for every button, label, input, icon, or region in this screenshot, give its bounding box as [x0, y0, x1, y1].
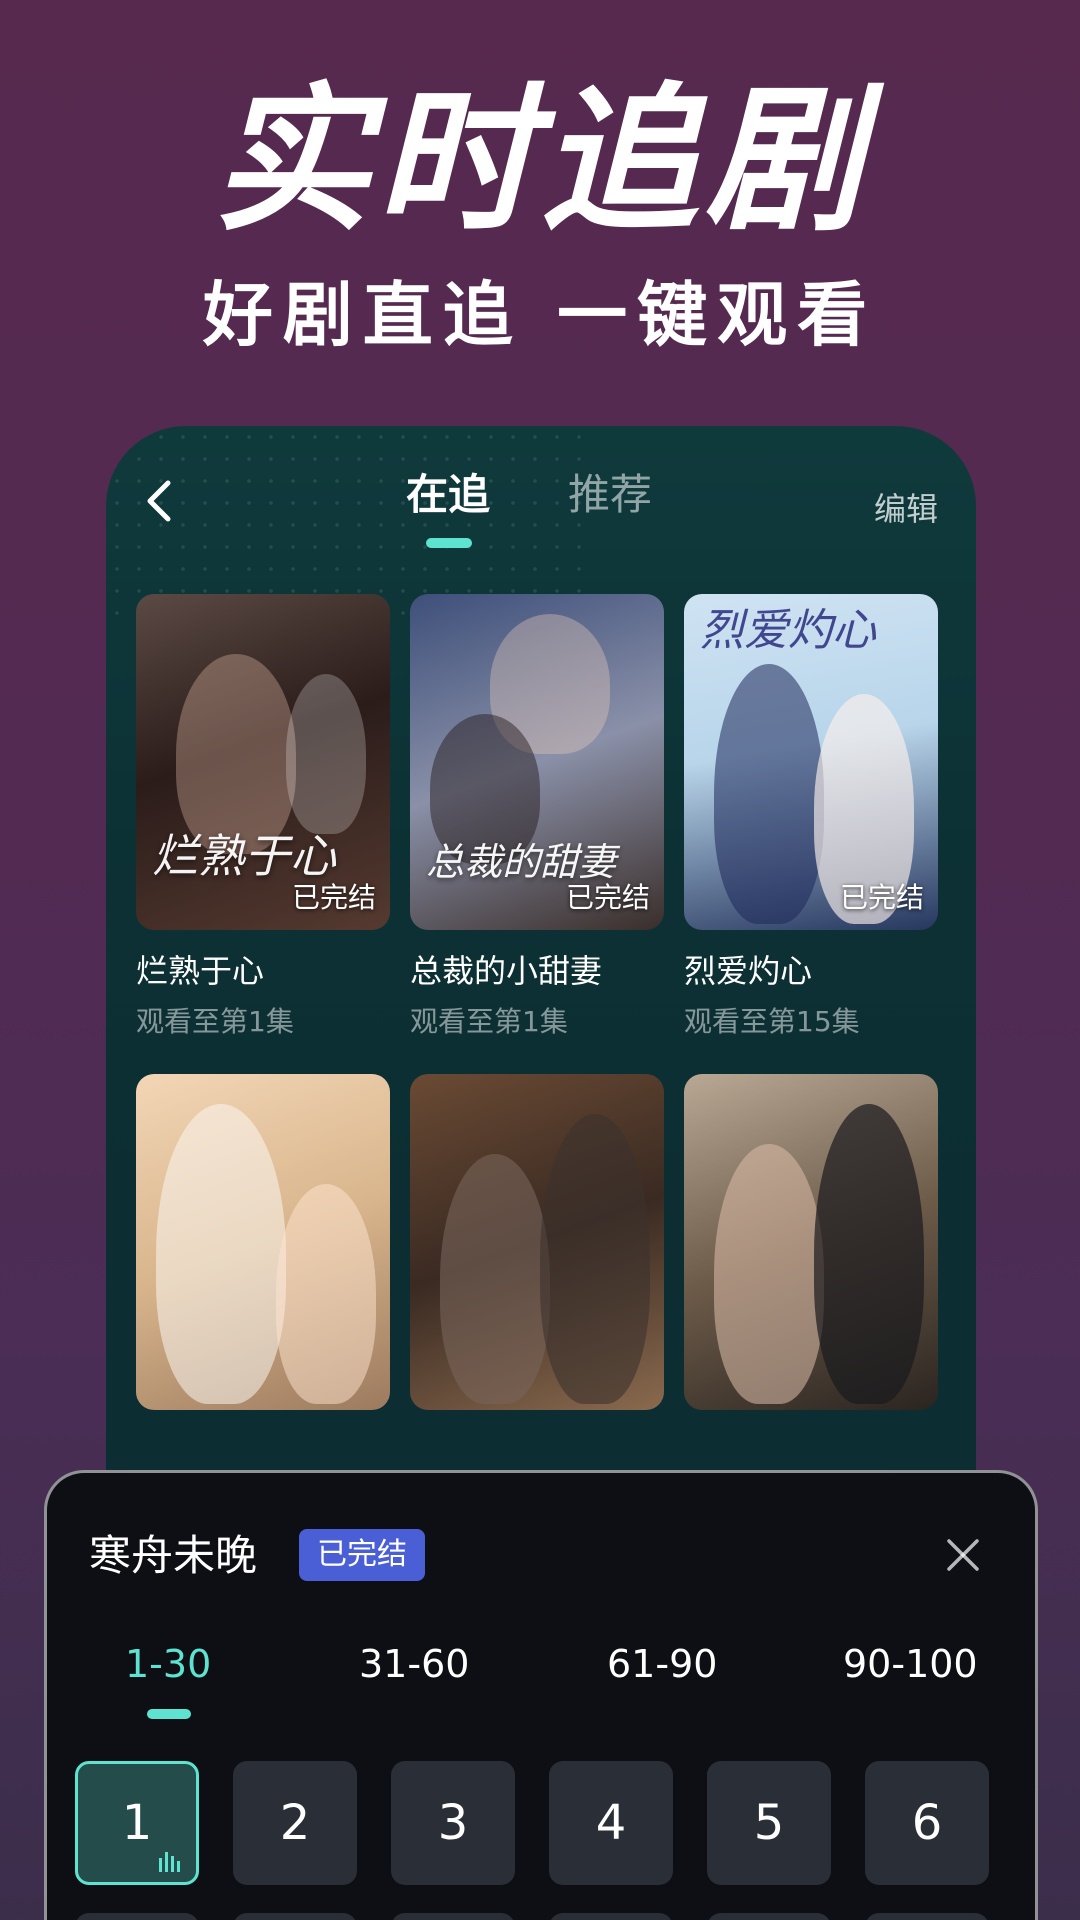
close-button[interactable] — [943, 1535, 983, 1575]
drama-progress: 观看至第1集 — [136, 1005, 294, 1039]
sheet-title: 寒舟未晚 — [89, 1531, 258, 1580]
episode-number: 1 — [121, 1795, 153, 1851]
drama-poster[interactable] — [684, 1074, 938, 1410]
episode-button[interactable]: 6 — [865, 1761, 989, 1885]
drama-card[interactable] — [136, 1074, 390, 1410]
drama-progress: 观看至第15集 — [684, 1005, 860, 1039]
status-badge: 已完结 — [291, 881, 376, 914]
drama-progress: 观看至第1集 — [410, 1005, 568, 1039]
episode-button[interactable] — [391, 1913, 515, 1920]
episode-button[interactable] — [549, 1913, 673, 1920]
episode-button[interactable] — [707, 1913, 831, 1920]
episode-button[interactable]: 1 — [75, 1761, 199, 1885]
promo-title: 实时追剧 — [212, 69, 868, 253]
episode-sheet: 寒舟未晚 已完结 1-30 31-60 61-90 90-100 1 2 3 4… — [44, 1470, 1038, 1920]
chevron-left-icon — [147, 480, 171, 522]
drama-card[interactable]: 烂熟于心 已完结 烂熟于心 观看至第1集 — [136, 594, 390, 1038]
episode-button[interactable]: 3 — [391, 1761, 515, 1885]
drama-title: 总裁的小甜妻 — [410, 952, 603, 990]
drama-poster[interactable]: 总裁的甜妻 已完结 — [410, 594, 664, 930]
drama-card[interactable] — [410, 1074, 664, 1410]
episode-button[interactable]: 2 — [233, 1761, 357, 1885]
poster-title-art: 烈爱灼心 — [700, 605, 876, 656]
range-tab-1-30[interactable]: 1-30 — [125, 1645, 211, 1683]
episode-button[interactable] — [75, 1913, 199, 1920]
range-tab-61-90[interactable]: 61-90 — [607, 1645, 717, 1683]
status-badge: 已完结 — [565, 881, 650, 914]
episode-number: 5 — [753, 1795, 785, 1851]
drama-poster[interactable] — [136, 1074, 390, 1410]
drama-poster[interactable]: 烂熟于心 已完结 — [136, 594, 390, 930]
drama-poster[interactable]: 烈爱灼心 已完结 — [684, 594, 938, 930]
range-tab-90-100[interactable]: 90-100 — [843, 1645, 978, 1683]
episode-button[interactable] — [233, 1913, 357, 1920]
back-button[interactable] — [134, 476, 184, 526]
episode-number: 6 — [911, 1795, 943, 1851]
range-tab-31-60[interactable]: 31-60 — [359, 1645, 469, 1683]
status-badge: 已完结 — [299, 1529, 425, 1581]
tab-recommend[interactable]: 推荐 — [568, 474, 652, 516]
drama-title: 烈爱灼心 — [684, 952, 813, 990]
drama-poster[interactable] — [410, 1074, 664, 1410]
episode-number: 4 — [595, 1795, 627, 1851]
drama-card[interactable]: 总裁的甜妻 已完结 总裁的小甜妻 观看至第1集 — [410, 594, 664, 1038]
episode-button[interactable]: 4 — [549, 1761, 673, 1885]
promo-subtitle: 好剧直追 一键观看 — [202, 274, 878, 356]
episode-number: 2 — [279, 1795, 311, 1851]
episode-button[interactable] — [865, 1913, 989, 1920]
status-badge: 已完结 — [839, 881, 924, 914]
drama-card[interactable]: 烈爱灼心 已完结 烈爱灼心 观看至第15集 — [684, 594, 938, 1038]
close-icon — [947, 1539, 979, 1571]
tab-following[interactable]: 在追 — [406, 474, 490, 516]
episode-number: 3 — [437, 1795, 469, 1851]
drama-card[interactable] — [684, 1074, 938, 1410]
now-playing-icon — [159, 1852, 180, 1872]
tab-indicator — [426, 538, 472, 548]
edit-button[interactable]: 编辑 — [874, 484, 938, 530]
episode-button[interactable]: 5 — [707, 1761, 831, 1885]
drama-title: 烂熟于心 — [136, 952, 265, 990]
range-indicator — [147, 1709, 191, 1719]
